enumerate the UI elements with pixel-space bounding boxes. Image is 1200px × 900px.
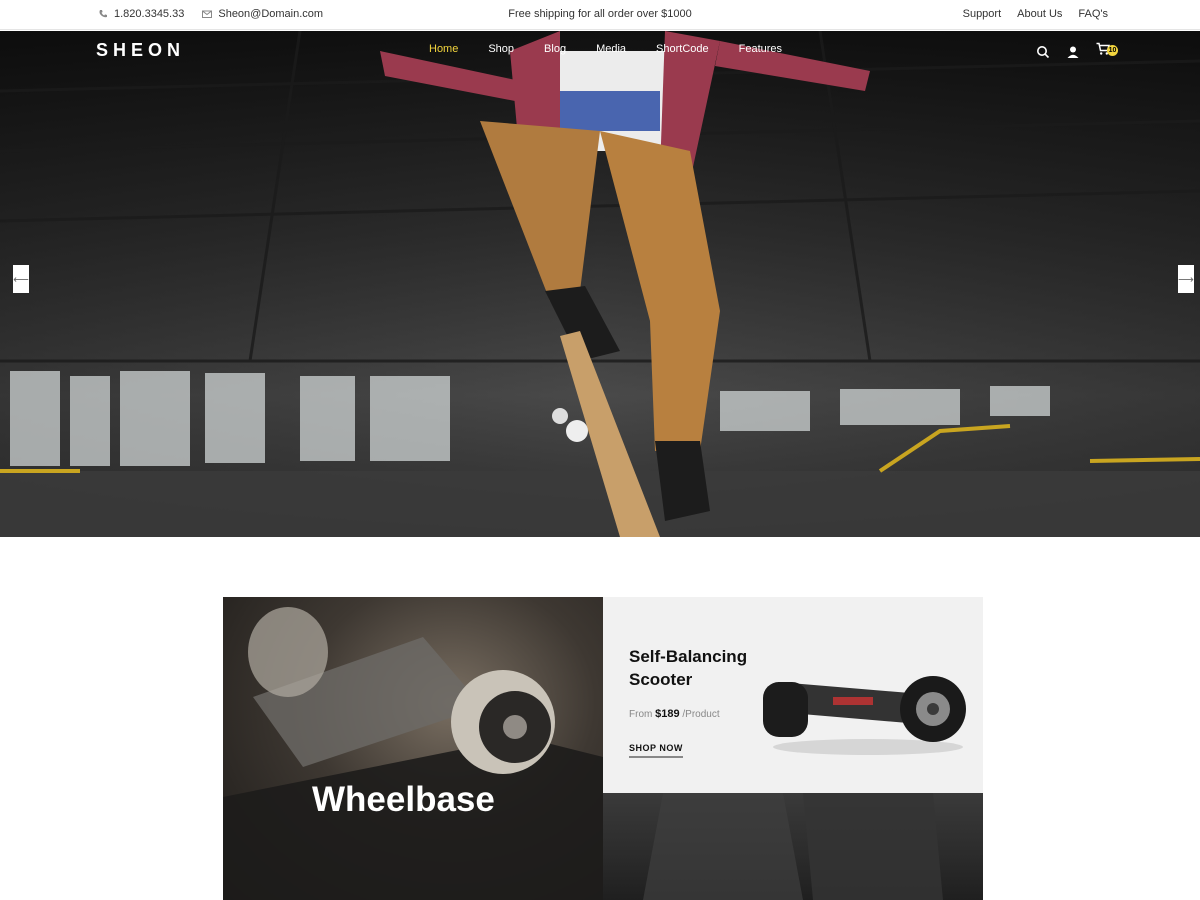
site-logo[interactable]: SHEON	[96, 40, 185, 61]
menu-item-features[interactable]: Features	[739, 43, 782, 55]
menu-item-shop[interactable]: Shop	[488, 43, 514, 55]
wheelbase-title: Wheelbase	[312, 780, 495, 819]
price-suffix: /Product	[682, 709, 720, 720]
menu-item-shortcode[interactable]: ShortCode	[656, 43, 709, 55]
shop-now-button[interactable]: SHOP NOW	[629, 743, 683, 758]
price-value: $189	[655, 708, 680, 720]
faq-link[interactable]: FAQ's	[1078, 8, 1108, 20]
menu-item-blog[interactable]: Blog	[544, 43, 566, 55]
scooter-title: Self-Balancing Scooter	[629, 647, 748, 689]
support-link[interactable]: Support	[963, 8, 1002, 20]
about-us-link[interactable]: About Us	[1017, 8, 1062, 20]
scooter-price: From $189 /Product	[629, 708, 720, 720]
user-icon[interactable]	[1066, 45, 1080, 59]
slider-prev-button[interactable]: ⟵	[13, 265, 29, 293]
skateboard-wheel-image	[223, 607, 603, 900]
lifestyle-banner[interactable]	[603, 793, 983, 900]
price-prefix: From	[629, 709, 653, 720]
menu-item-media[interactable]: Media	[596, 43, 626, 55]
cart-count-badge: 10	[1107, 45, 1118, 56]
menu-item-home[interactable]: Home	[429, 43, 458, 55]
header-icons: 10	[1036, 42, 1118, 61]
lifestyle-image	[643, 793, 943, 900]
search-icon[interactable]	[1036, 45, 1050, 59]
wheelbase-banner[interactable]: Wheelbase	[223, 597, 603, 900]
slider-next-button[interactable]: ⟶	[1178, 265, 1194, 293]
main-nav: SHEON Home Shop Blog Media ShortCode Fea…	[0, 31, 1200, 69]
hero-slider: SHEON Home Shop Blog Media ShortCode Fea…	[0, 31, 1200, 537]
top-links: Support About Us FAQ's	[963, 8, 1108, 20]
promo-banners: Wheelbase Self-Balancing Scooter From $1…	[223, 597, 983, 900]
hero-image	[0, 31, 1200, 537]
main-menu: Home Shop Blog Media ShortCode Features	[429, 43, 782, 55]
scooter-banner: Self-Balancing Scooter From $189 /Produc…	[603, 597, 983, 793]
top-bar: 1.820.3345.33 Sheon@Domain.com Free ship…	[0, 0, 1200, 30]
cart-button[interactable]: 10	[1096, 42, 1118, 61]
skater-figure	[380, 31, 870, 537]
hoverboard-image	[763, 676, 966, 755]
